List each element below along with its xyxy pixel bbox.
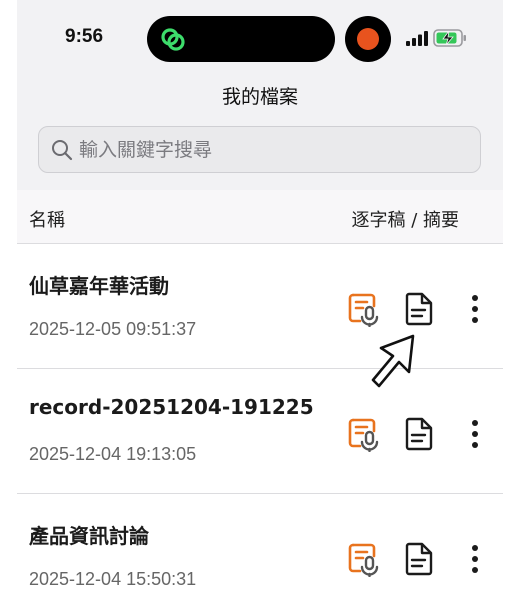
file-row[interactable]: 產品資訊討論 2025-12-04 15:50:31 [17, 494, 503, 616]
cellular-signal-icon [406, 31, 428, 46]
summary-document-icon[interactable] [405, 292, 433, 326]
summary-document-icon[interactable] [405, 417, 433, 451]
search-bar[interactable] [38, 126, 481, 173]
dynamic-island [147, 16, 335, 62]
recording-dot-icon [357, 28, 379, 50]
link-loop-icon [161, 28, 185, 51]
summary-document-icon[interactable] [405, 542, 433, 576]
column-actions-label: 逐字稿 / 摘要 [351, 210, 459, 231]
more-options-icon[interactable] [467, 417, 483, 451]
status-time: 9:56 [65, 26, 104, 47]
column-header: 名稱 逐字稿 / 摘要 [17, 190, 503, 244]
recording-indicator [345, 16, 391, 62]
file-title: record-20251204-191225 [29, 395, 314, 419]
search-input[interactable] [79, 127, 469, 172]
battery-charging-icon [433, 29, 466, 47]
file-title: 產品資訊討論 [29, 524, 149, 548]
file-date: 2025-12-05 09:51:37 [29, 319, 197, 339]
file-row[interactable]: 仙草嘉年華活動 2025-12-05 09:51:37 [17, 244, 503, 369]
transcript-icon[interactable] [347, 291, 381, 327]
more-options-icon[interactable] [467, 542, 483, 576]
mouse-pointer-icon [371, 334, 415, 388]
page-title: 我的檔案 [221, 86, 298, 108]
file-date: 2025-12-04 19:13:05 [29, 444, 197, 464]
transcript-icon[interactable] [347, 541, 381, 577]
phone-screen: 9:56 我的檔案 輸入關鍵字搜尋 名稱 逐字稿 / 摘要 仙草嘉年華活動 20… [17, 0, 503, 616]
file-title: 仙草嘉年華活動 [29, 274, 169, 298]
transcript-icon[interactable] [347, 416, 381, 452]
file-date: 2025-12-04 15:50:31 [29, 569, 197, 589]
search-icon [52, 140, 73, 161]
top-bar: 9:56 我的檔案 [17, 0, 503, 190]
file-row[interactable]: record-20251204-191225 2025-12-04 19:13:… [17, 369, 503, 494]
column-name-label: 名稱 [29, 210, 65, 231]
more-options-icon[interactable] [467, 292, 483, 326]
